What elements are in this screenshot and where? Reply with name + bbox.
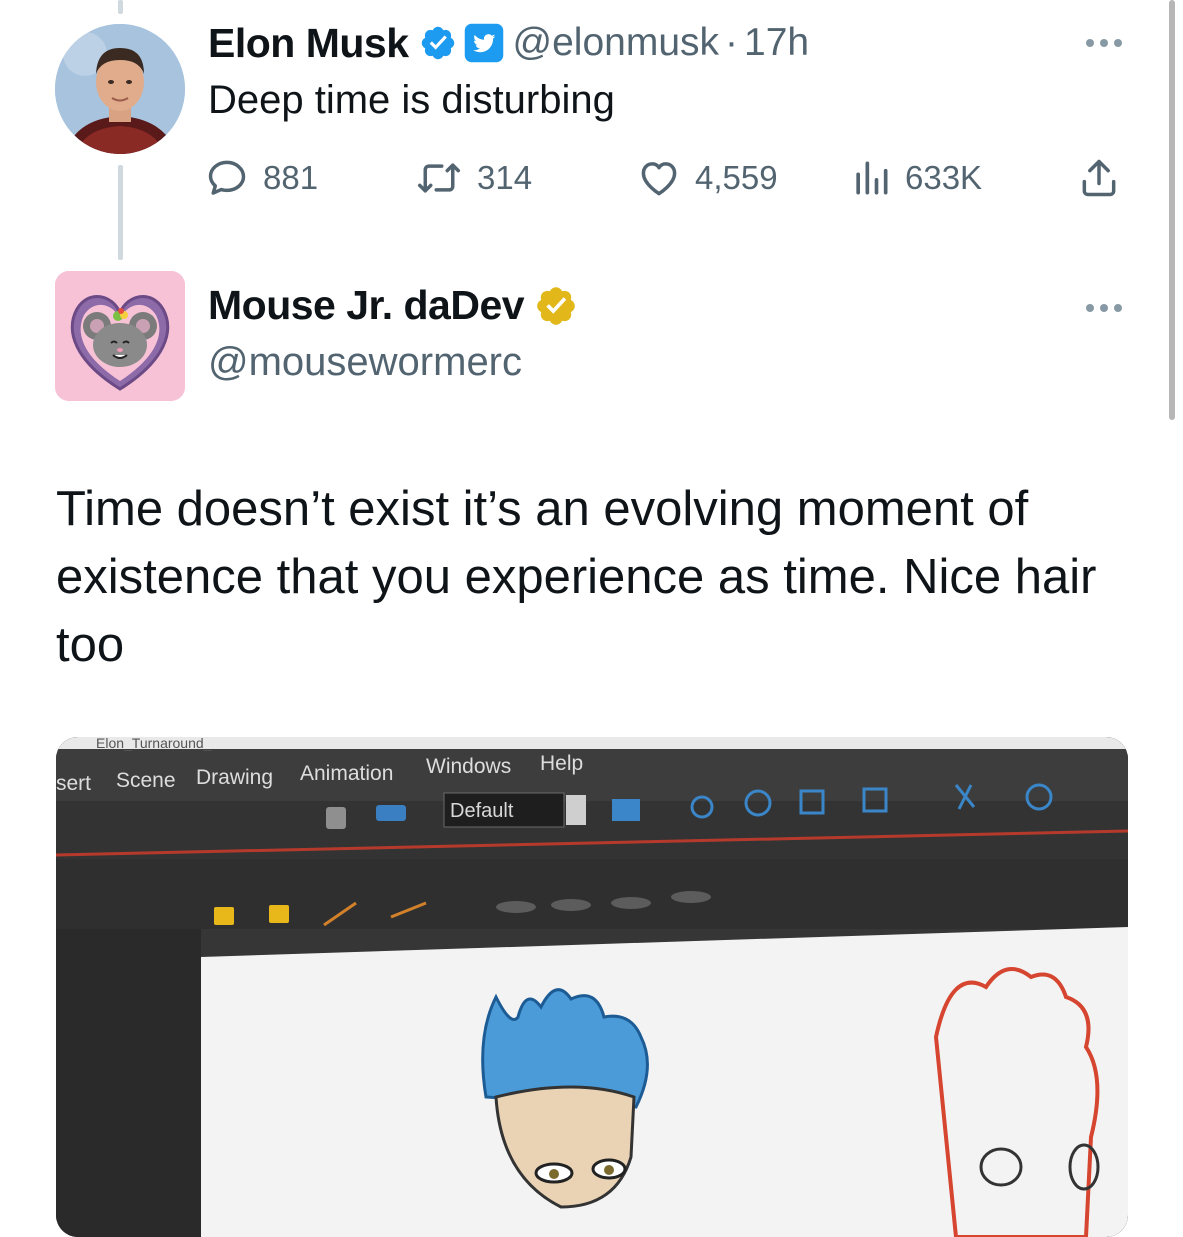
media-photo: Default sert Scene Drawing Animation Win… bbox=[56, 737, 1128, 1237]
separator-dot: · bbox=[725, 21, 739, 64]
tweet2-more-icon[interactable] bbox=[1086, 304, 1122, 312]
tweet2-media-image[interactable]: Default sert Scene Drawing Animation Win… bbox=[56, 737, 1128, 1237]
reply-count: 881 bbox=[263, 158, 319, 196]
tweet1-author-handle[interactable]: @elonmusk bbox=[513, 21, 720, 65]
avatar-image bbox=[55, 24, 185, 154]
like-count: 4,559 bbox=[695, 158, 778, 196]
menu-animation: Animation bbox=[300, 762, 393, 785]
menu-help: Help bbox=[540, 752, 583, 775]
avatar-mouse-jr[interactable] bbox=[55, 271, 185, 401]
views-icon bbox=[856, 161, 888, 194]
tweet2-author-handle[interactable]: @mousewormerc bbox=[208, 340, 522, 385]
like-icon bbox=[641, 161, 677, 195]
like-button[interactable]: 4,559 bbox=[637, 150, 778, 205]
tweet1-timestamp[interactable]: 17h bbox=[744, 21, 809, 65]
views-button[interactable]: 633K bbox=[851, 150, 982, 205]
tweet1-actions: 881 314 4,559 633K bbox=[205, 150, 1135, 205]
tweet2-text: Time doesn’t exist it’s an evolving mome… bbox=[56, 482, 1097, 672]
menu-windows: Windows bbox=[426, 755, 511, 778]
tweet1-header: Elon Musk @elonmusk · 17h bbox=[208, 18, 809, 68]
share-button[interactable] bbox=[1077, 150, 1121, 205]
verified-badge-icon bbox=[421, 26, 454, 60]
verified-badge-icon bbox=[537, 286, 575, 325]
tweet2-header: Mouse Jr. daDev bbox=[208, 282, 578, 329]
views-count: 633K bbox=[905, 158, 983, 196]
thread-line-top bbox=[118, 0, 123, 14]
reply-button[interactable]: 881 bbox=[205, 150, 318, 205]
avatar-image bbox=[55, 271, 185, 401]
reply-icon bbox=[208, 160, 246, 195]
share-icon bbox=[1082, 159, 1116, 196]
menu-drawing: Drawing bbox=[196, 766, 273, 789]
repost-icon bbox=[418, 162, 460, 193]
menu-insert: sert bbox=[56, 772, 91, 795]
avatar-elon-musk[interactable] bbox=[55, 24, 185, 154]
thread-line bbox=[118, 165, 123, 260]
tweet1-author-name[interactable]: Elon Musk bbox=[208, 20, 409, 67]
repost-button[interactable]: 314 bbox=[415, 150, 532, 205]
workspace-select-value: Default bbox=[450, 800, 514, 822]
tweet2-author-name[interactable]: Mouse Jr. daDev bbox=[208, 282, 525, 329]
tweet1-more-icon[interactable] bbox=[1086, 39, 1122, 47]
file-tab: Elon_Turnaround_ bbox=[96, 737, 212, 751]
repost-count: 314 bbox=[477, 158, 533, 196]
twitter-bird-icon bbox=[464, 23, 503, 63]
menu-scene: Scene bbox=[116, 769, 176, 792]
scrollbar[interactable] bbox=[1169, 0, 1175, 420]
tweet1-text: Deep time is disturbing bbox=[208, 78, 615, 122]
